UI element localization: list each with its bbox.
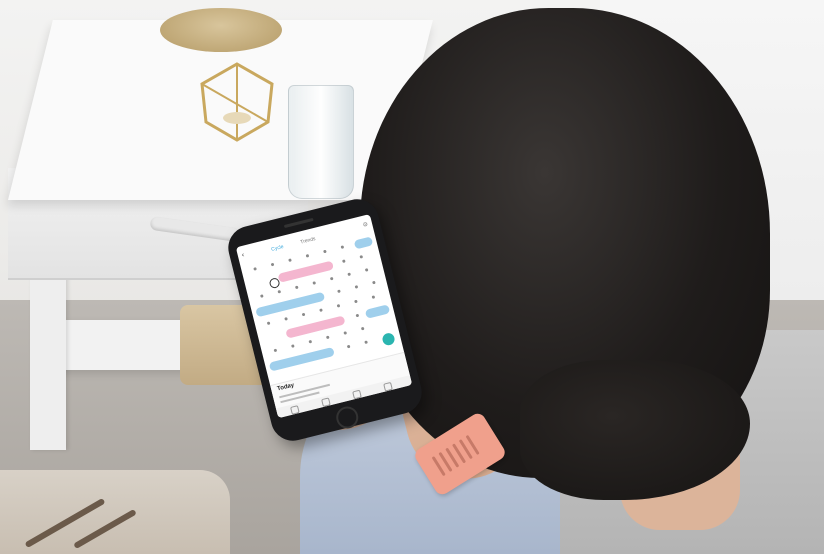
nightstand-leg (30, 270, 66, 450)
tab-trends[interactable]: Trends (300, 236, 316, 246)
water-glass (288, 85, 354, 199)
log-tab-icon[interactable] (352, 389, 362, 400)
gear-icon[interactable]: ⚙ (362, 221, 369, 229)
tab-cycle[interactable]: Cycle (271, 244, 285, 253)
home-tab-icon[interactable] (290, 405, 300, 415)
phone-speaker (283, 217, 314, 229)
chevron-left-icon[interactable]: ‹ (241, 252, 245, 259)
phone-screen: ‹ Cycle Trends ⚙ Today (235, 214, 413, 419)
rug (0, 470, 230, 554)
today-title: Today (276, 382, 295, 393)
calendar-tab-icon[interactable] (321, 397, 331, 408)
lamp-base (160, 8, 282, 52)
profile-tab-icon[interactable] (383, 381, 393, 392)
photo-scene: ‹ Cycle Trends ⚙ Today (0, 0, 824, 554)
geometric-candle-holder (200, 62, 274, 142)
